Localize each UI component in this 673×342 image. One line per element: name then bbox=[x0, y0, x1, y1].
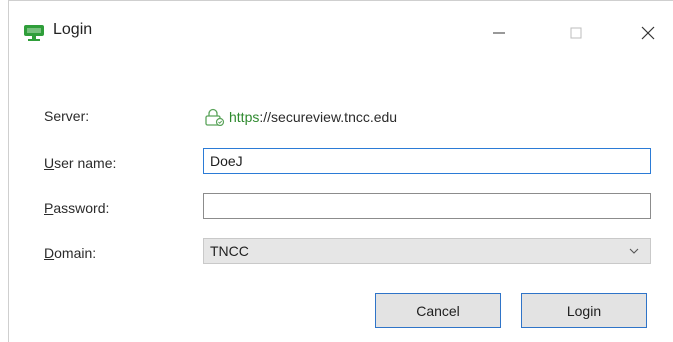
username-label-accelerator: U bbox=[44, 155, 55, 171]
username-label: User name: bbox=[44, 155, 116, 171]
minimize-icon bbox=[493, 32, 505, 34]
username-label-text: ser name: bbox=[54, 155, 117, 171]
close-icon bbox=[641, 26, 655, 40]
domain-selected-value: TNCC bbox=[210, 243, 249, 259]
maximize-button[interactable] bbox=[553, 15, 599, 51]
domain-label-accelerator: D bbox=[44, 245, 55, 261]
lock-icon bbox=[205, 108, 225, 126]
password-label-accelerator: P bbox=[44, 200, 54, 216]
server-scheme: https bbox=[229, 109, 260, 125]
login-window: Login Server: https://secureview.tncc.e… bbox=[8, 0, 673, 342]
server-host: ://secureview.tncc.edu bbox=[259, 109, 398, 125]
domain-label-text: omain: bbox=[54, 245, 97, 261]
username-input[interactable] bbox=[203, 148, 651, 174]
close-button[interactable] bbox=[625, 15, 671, 51]
title-bar: Login bbox=[9, 1, 673, 63]
minimize-button[interactable] bbox=[476, 15, 522, 51]
window-title: Login bbox=[53, 21, 93, 38]
chevron-down-icon bbox=[629, 248, 639, 254]
server-label: Server: bbox=[44, 108, 90, 124]
server-url: https://secureview.tncc.edu bbox=[203, 108, 397, 126]
domain-label: Domain: bbox=[44, 245, 96, 261]
maximize-icon bbox=[570, 27, 582, 39]
login-button[interactable]: Login bbox=[521, 293, 647, 328]
password-label: Password: bbox=[44, 200, 109, 216]
monitor-icon bbox=[24, 25, 44, 41]
domain-select[interactable]: TNCC bbox=[203, 238, 651, 264]
cancel-button[interactable]: Cancel bbox=[375, 293, 501, 328]
password-input[interactable] bbox=[203, 193, 651, 219]
password-label-text: assword: bbox=[53, 200, 110, 216]
